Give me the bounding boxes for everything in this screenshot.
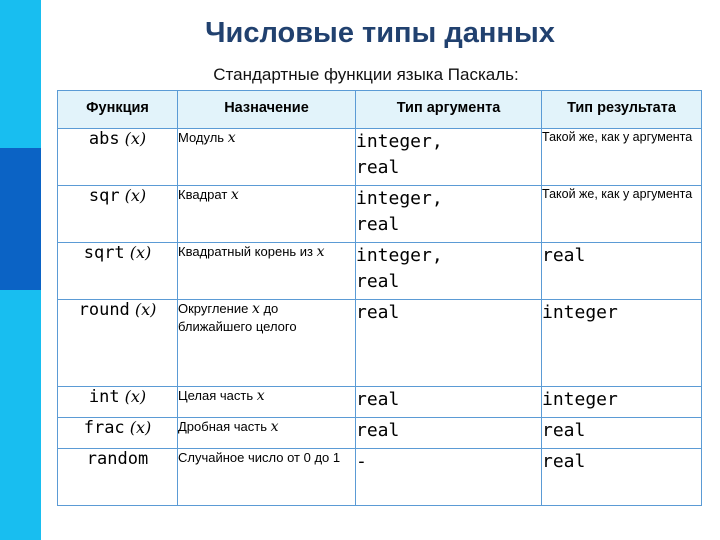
cell-purpose: Модуль x: [177, 128, 356, 186]
cell-result-type: real: [541, 242, 702, 300]
slide: Числовые типы данных Стандартные функции…: [0, 0, 720, 540]
function-argument: (x): [119, 186, 147, 205]
cell-purpose: Квадрат x: [177, 185, 356, 243]
function-argument: (x): [129, 300, 157, 319]
page-title: Числовые типы данных: [205, 17, 555, 49]
purpose-variable: x: [230, 187, 239, 203]
function-argument: (x): [119, 387, 147, 406]
purpose-variable: x: [270, 419, 279, 435]
table-row: frac (x) Дробная часть x real real: [57, 417, 702, 449]
cell-result-type: Такой же, как у аргумента: [541, 128, 702, 186]
purpose-variable: x: [256, 388, 265, 404]
function-argument: (x): [124, 243, 152, 262]
cell-result-type: real: [541, 448, 702, 506]
cell-result-type: integer: [541, 386, 702, 418]
cell-function-name: abs (x): [57, 128, 178, 186]
function-argument: (x): [119, 129, 147, 148]
function-argument: (x): [124, 418, 152, 437]
cell-argument-type: real: [355, 386, 542, 418]
purpose-variable: x: [227, 130, 236, 146]
purpose-variable: x: [251, 301, 260, 317]
cell-argument-type: real: [355, 417, 542, 449]
cell-purpose: Округление x до ближайшего целого: [177, 299, 356, 387]
column-header-argument-type: Тип аргумента: [355, 90, 542, 129]
table-row: abs (x) Модуль x integer, real Такой же, ка…: [57, 128, 702, 186]
left-accent-bar-segment: [0, 148, 41, 290]
left-gap-spacer: [41, 0, 56, 540]
cell-function-name: frac (x): [57, 417, 178, 449]
cell-function-name: random: [57, 448, 178, 506]
table-row: round (x) Округление x до ближайшего цело…: [57, 299, 702, 387]
cell-purpose: Квадратный корень из x: [177, 242, 356, 300]
purpose-variable: x: [316, 244, 325, 260]
cell-function-name: int (x): [57, 386, 178, 418]
table-header-row: Функция Назначение Тип аргумента Тип рез…: [57, 90, 702, 129]
cell-result-type: real: [541, 417, 702, 449]
functions-table: Функция Назначение Тип аргумента Тип рез…: [57, 90, 702, 506]
table-row: sqr (x) Квадрат x integer, real Такой же, к…: [57, 185, 702, 243]
page-subtitle: Стандартные функции языка Паскаль:: [213, 65, 519, 84]
cell-argument-type: integer, real: [355, 242, 542, 300]
table-header: Функция Назначение Тип аргумента Тип рез…: [57, 90, 702, 129]
cell-argument-type: real: [355, 299, 542, 387]
column-header-purpose: Назначение: [177, 90, 356, 129]
table-body: abs (x) Модуль x integer, real Такой же, ка…: [57, 128, 702, 506]
table-row: random Случайное число от 0 до 1- real: [57, 448, 702, 506]
cell-purpose: Случайное число от 0 до 1: [177, 448, 356, 506]
cell-argument-type: -: [355, 448, 542, 506]
cell-argument-type: integer, real: [355, 128, 542, 186]
cell-purpose: Дробная часть x: [177, 417, 356, 449]
cell-purpose: Целая часть x: [177, 386, 356, 418]
table-row: int (x) Целая часть x real integer: [57, 386, 702, 418]
cell-function-name: round (x): [57, 299, 178, 387]
cell-result-type: integer: [541, 299, 702, 387]
column-header-result-type: Тип результата: [541, 90, 702, 129]
cell-function-name: sqrt (x): [57, 242, 178, 300]
column-header-function: Функция: [57, 90, 178, 129]
cell-argument-type: integer, real: [355, 185, 542, 243]
cell-function-name: sqr (x): [57, 185, 178, 243]
functions-table-wrapper: Функция Назначение Тип аргумента Тип рез…: [57, 90, 702, 506]
cell-result-type: Такой же, как у аргумента: [541, 185, 702, 243]
table-row: sqrt (x) Квадратный корень из x integer, r…: [57, 242, 702, 300]
